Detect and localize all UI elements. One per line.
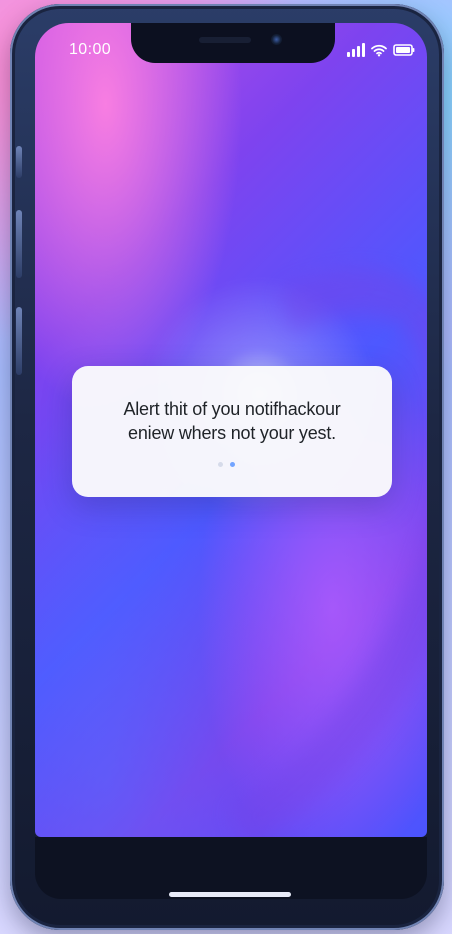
bottom-bezel bbox=[35, 837, 427, 899]
alert-message: Alert thit of you notifhackour eniew whe… bbox=[96, 397, 368, 445]
alert-page-indicator bbox=[218, 462, 235, 467]
battery-icon bbox=[393, 44, 415, 56]
alert-card[interactable]: Alert thit of you notifhackour eniew whe… bbox=[72, 366, 392, 497]
mute-switch bbox=[16, 146, 22, 178]
alert-message-line-2: eniew whers not your yest. bbox=[128, 423, 336, 443]
signal-icon bbox=[347, 43, 365, 57]
volume-up-button bbox=[16, 210, 22, 278]
status-icons bbox=[347, 43, 415, 57]
page-dot-1 bbox=[218, 462, 223, 467]
volume-down-button bbox=[16, 307, 22, 375]
page-dot-2 bbox=[230, 462, 235, 467]
status-time: 10:00 bbox=[69, 41, 112, 58]
wifi-icon bbox=[371, 44, 387, 57]
alert-message-line-1: Alert thit of you notifhackour bbox=[123, 399, 341, 419]
status-bar: 10:00 bbox=[35, 34, 427, 64]
home-indicator[interactable] bbox=[169, 892, 291, 897]
